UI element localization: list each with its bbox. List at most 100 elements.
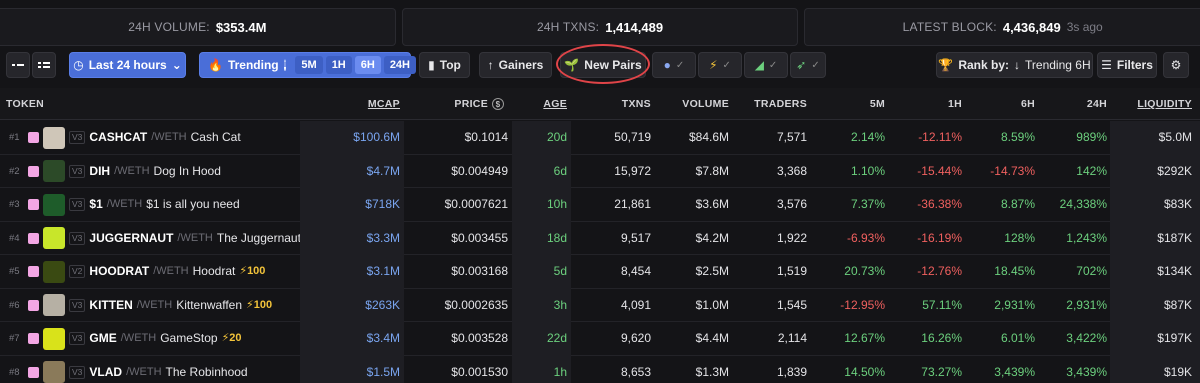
row-rank: #1 — [9, 132, 20, 143]
timeframe-label: Last 24 hours — [88, 58, 167, 72]
token-pair[interactable]: V3 DIH/WETH Dog In Hood — [28, 155, 225, 189]
cell-mcap: $100.6M — [300, 121, 404, 155]
filter-profile-button[interactable]: ● ✓ — [652, 52, 696, 78]
timeframe-dropdown[interactable]: ◷ Last 24 hours ⌄ — [69, 52, 186, 78]
col-liquidity[interactable]: LIQUIDITY — [1110, 88, 1192, 120]
col-traders[interactable]: TRADERS — [730, 88, 807, 120]
cell-price: $0.001530 — [451, 364, 508, 379]
token-pair[interactable]: V3 KITTEN/WETH Kittenwaffen ⚡100 — [28, 289, 272, 323]
cell-traders: 3,368 — [776, 163, 807, 178]
cell-5m: -6.93% — [846, 230, 885, 245]
cell-liquidity: $87K — [1110, 288, 1200, 322]
cell-24h: 702% — [1076, 264, 1107, 278]
cell-traders: 7,571 — [776, 130, 807, 144]
table-row[interactable]: #3 V3 $1/WETH $1 is all you need $718K $0.000… — [0, 188, 1200, 222]
cell-1h: -36.38% — [917, 197, 962, 211]
boost-badge: ⚡100 — [246, 298, 273, 311]
cell-age: 5d — [512, 255, 571, 289]
cell-5m: 12.67% — [844, 331, 885, 345]
token-pair[interactable]: V3 VLAD/WETH The Robinhood — [28, 356, 252, 383]
filter-launch-button[interactable]: ➶ ✓ — [790, 52, 826, 78]
chevron-down-icon: ⌄ — [171, 58, 182, 72]
table-row[interactable]: #8 V3 VLAD/WETH The Robinhood $1.5M $0.001530… — [0, 355, 1200, 383]
quote-token: /WETH — [151, 131, 187, 143]
stat-value: 1,414,489 — [605, 19, 664, 35]
cell-5m: 20.73% — [844, 264, 885, 278]
cell-5m: 14.50% — [844, 364, 885, 379]
cell-1h: -16.19% — [917, 230, 962, 245]
cell-6h: 8.87% — [1000, 197, 1035, 211]
top-button[interactable]: ▮ Top — [419, 52, 470, 78]
filter-boosted-button[interactable]: ⚡ ✓ — [698, 52, 742, 78]
token-name: GameStop — [160, 331, 218, 345]
stat-sub: 3s ago — [1066, 20, 1103, 34]
dex-version: V3 — [69, 198, 86, 212]
table-row[interactable]: #6 V3 KITTEN/WETH Kittenwaffen ⚡100 $263K $0.0… — [0, 288, 1200, 323]
rank-by-dropdown[interactable]: 🏆 Rank by: ↓ Trending 6H — [936, 52, 1093, 78]
col-24h[interactable]: 24H — [1040, 88, 1107, 120]
period-5m[interactable]: 5M — [295, 56, 323, 74]
table-row[interactable]: #2 V3 DIH/WETH Dog In Hood $4.7M $0.004949 6d 1… — [0, 154, 1200, 189]
cell-price: $0.0007621 — [444, 197, 508, 211]
cell-1h: 16.26% — [921, 331, 962, 345]
cell-24h: 3,439% — [1066, 364, 1107, 379]
period-1h[interactable]: 1H — [325, 56, 352, 74]
cell-24h: 1,243% — [1066, 230, 1107, 245]
list-view-button[interactable] — [32, 52, 56, 78]
arrow-down-icon: ↓ — [1014, 58, 1021, 72]
col-mcap[interactable]: MCAP — [300, 88, 400, 120]
compact-view-button[interactable] — [6, 52, 30, 78]
cell-1h: -15.44% — [917, 163, 962, 178]
table-row[interactable]: #4 V3 JUGGERNAUT/WETH The Juggernaut $3.3M $0… — [0, 221, 1200, 256]
col-1h[interactable]: 1H — [890, 88, 962, 120]
stat-value: $353.4M — [215, 19, 267, 35]
new-pairs-button[interactable]: 🌱 New Pairs — [560, 52, 646, 78]
token-pair[interactable]: V3 GME/WETH GameStop ⚡20 — [28, 322, 242, 356]
cell-6h: 8.59% — [1000, 130, 1035, 144]
cell-liquidity: $187K — [1110, 221, 1200, 255]
token-symbol: CASHCAT — [89, 130, 148, 144]
cell-volume: $1.3M — [695, 364, 729, 379]
trending-button[interactable]: 🔥 Trending i 5M 1H 6H 24H — [199, 52, 416, 78]
col-volume[interactable]: VOLUME — [655, 88, 729, 120]
dex-version: V3 — [69, 231, 86, 245]
token-pair[interactable]: V2 HOODRAT/WETH Hoodrat ⚡100 — [28, 255, 265, 289]
table-row[interactable]: #7 V3 GME/WETH GameStop ⚡20 $3.4M $0.003528 22d… — [0, 322, 1200, 356]
period-24h[interactable]: 24H — [383, 56, 416, 74]
gainers-button[interactable]: ↑ Gainers — [479, 52, 552, 78]
token-avatar — [43, 294, 65, 317]
col-token[interactable]: TOKEN — [6, 88, 44, 120]
token-symbol: HOODRAT — [89, 264, 150, 278]
table-row[interactable]: #1 V3 CASHCAT/WETH Cash Cat $100.6M $0.1014 20… — [0, 121, 1200, 155]
cell-24h: 2,931% — [1066, 297, 1107, 312]
col-price[interactable]: PRICE — [400, 88, 488, 120]
period-6h[interactable]: 6H — [354, 56, 381, 74]
token-avatar — [43, 361, 65, 383]
settings-button[interactable]: ⚙ — [1163, 52, 1189, 78]
cell-traders: 1,519 — [776, 264, 807, 278]
col-6h[interactable]: 6H — [965, 88, 1035, 120]
filters-button[interactable]: ☰ Filters — [1097, 52, 1157, 78]
token-name: $1 is all you need — [146, 197, 240, 211]
col-txns[interactable]: TXNS — [570, 88, 651, 120]
stat-label: 24H VOLUME: — [128, 20, 210, 34]
row-rank: #3 — [9, 199, 20, 210]
cell-liquidity: $134K — [1110, 255, 1200, 289]
token-pair[interactable]: V3 $1/WETH $1 is all you need — [28, 188, 244, 222]
token-name: Cash Cat — [190, 130, 241, 144]
col-5m[interactable]: 5M — [810, 88, 885, 120]
table-row[interactable]: #5 V2 HOODRAT/WETH Hoodrat ⚡100 $3.1M $0.00316… — [0, 255, 1200, 289]
cell-volume: $84.6M — [688, 130, 729, 144]
cell-mcap: $718K — [300, 188, 404, 222]
dex-version: V3 — [69, 131, 86, 145]
token-pair[interactable]: V3 JUGGERNAUT/WETH The Juggernaut — [28, 222, 305, 256]
filter-ads-button[interactable]: ◢ ✓ — [744, 52, 788, 78]
col-age[interactable]: AGE — [510, 88, 567, 120]
token-pair[interactable]: V3 CASHCAT/WETH Cash Cat — [28, 121, 245, 155]
token-name: Dog In Hood — [153, 163, 221, 178]
dex-icon — [28, 165, 39, 177]
stats-bar: 24H VOLUME: $353.4M 24H TXNS: 1,414,489 … — [0, 0, 1200, 46]
token-name: Hoodrat — [192, 264, 236, 278]
cell-5m: 2.14% — [850, 130, 885, 144]
dex-icon — [28, 366, 39, 378]
